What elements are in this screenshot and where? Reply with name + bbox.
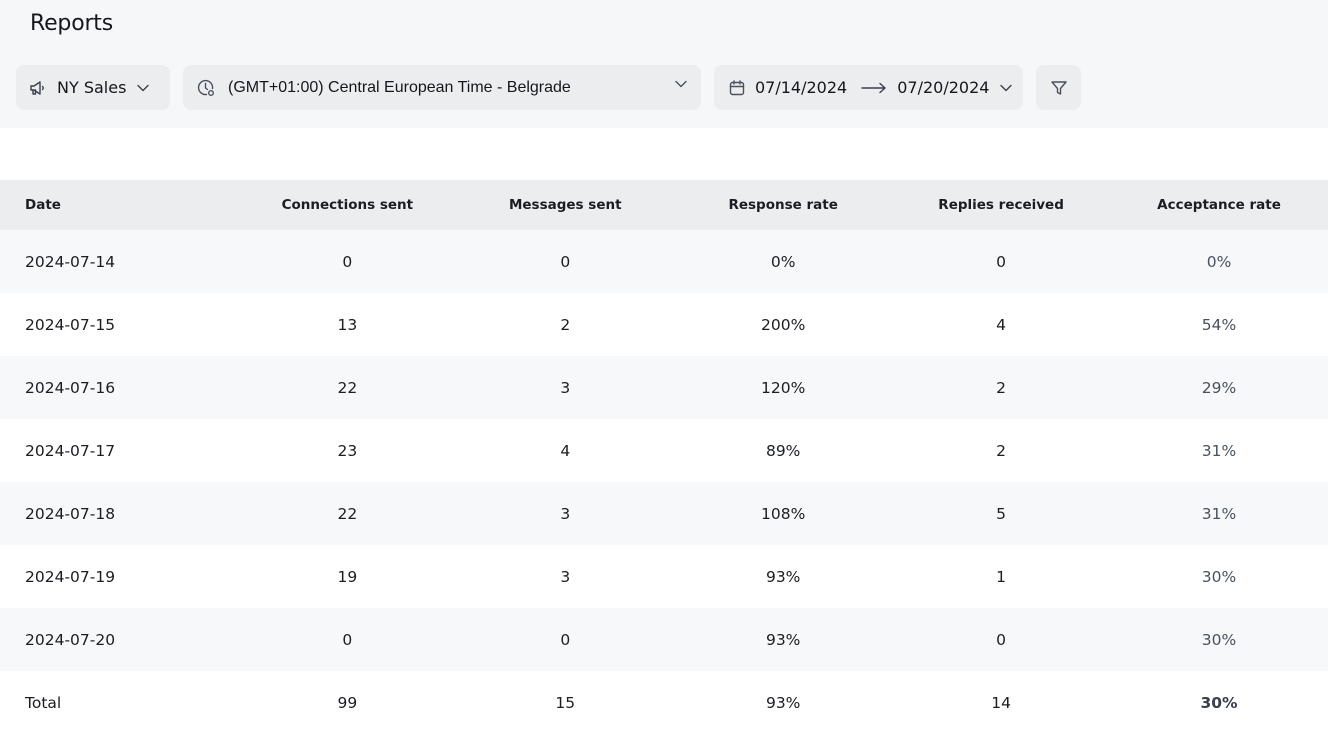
cell-acceptance-rate: 31% bbox=[1201, 441, 1237, 460]
cell-replies-received: 5 bbox=[996, 504, 1007, 523]
toolbar: Reports NY Sales (GMT+01:00) Central Eur… bbox=[0, 0, 1328, 128]
cell-date: 2024-07-18 bbox=[25, 504, 116, 523]
cell-connections-sent: 22 bbox=[337, 378, 358, 397]
column-header-messages-sent[interactable]: Messages sent bbox=[456, 197, 674, 213]
column-header-response-rate[interactable]: Response rate bbox=[674, 197, 892, 213]
cell-response-rate: 89% bbox=[765, 441, 801, 460]
cell-messages-sent: 4 bbox=[560, 441, 571, 460]
table-row: 2024-07-14 0 0 0% 0 0% bbox=[0, 230, 1328, 293]
campaign-value: NY Sales bbox=[57, 78, 127, 97]
cell-connections-sent: 0 bbox=[342, 630, 353, 649]
column-header-connections-sent[interactable]: Connections sent bbox=[238, 197, 456, 213]
cell-replies-received: 0 bbox=[996, 252, 1007, 271]
total-acceptance-rate: 30% bbox=[1200, 693, 1238, 712]
cell-date: 2024-07-20 bbox=[25, 630, 116, 649]
cell-connections-sent: 13 bbox=[337, 315, 358, 334]
chevron-down-icon bbox=[1000, 84, 1013, 92]
table-row: 2024-07-19 19 3 93% 1 30% bbox=[0, 545, 1328, 608]
cell-replies-received: 1 bbox=[996, 567, 1007, 586]
column-header-replies-received[interactable]: Replies received bbox=[892, 197, 1110, 213]
total-replies-received: 14 bbox=[991, 693, 1011, 712]
report-table: Date Connections sent Messages sent Resp… bbox=[0, 180, 1328, 734]
table-total-row: Total 99 15 93% 14 30% bbox=[0, 671, 1328, 734]
arrow-right-icon bbox=[861, 82, 887, 94]
filter-icon bbox=[1050, 79, 1068, 97]
cell-acceptance-rate: 0% bbox=[1206, 252, 1232, 271]
table-row: 2024-07-16 22 3 120% 2 29% bbox=[0, 356, 1328, 419]
cell-connections-sent: 0 bbox=[342, 252, 353, 271]
cell-messages-sent: 0 bbox=[560, 252, 571, 271]
timezone-select[interactable]: (GMT+01:00) Central European Time - Belg… bbox=[183, 65, 701, 110]
cell-acceptance-rate: 29% bbox=[1201, 378, 1237, 397]
megaphone-icon bbox=[29, 80, 47, 96]
table-row: 2024-07-15 13 2 200% 4 54% bbox=[0, 293, 1328, 356]
total-label: Total bbox=[25, 693, 62, 712]
cell-messages-sent: 3 bbox=[560, 504, 571, 523]
calendar-icon bbox=[728, 79, 746, 97]
cell-connections-sent: 19 bbox=[337, 567, 358, 586]
table-row: 2024-07-20 0 0 93% 0 30% bbox=[0, 608, 1328, 671]
cell-response-rate: 93% bbox=[765, 567, 801, 586]
column-header-date[interactable]: Date bbox=[0, 197, 238, 213]
cell-replies-received: 0 bbox=[996, 630, 1007, 649]
cell-date: 2024-07-19 bbox=[25, 567, 116, 586]
cell-response-rate: 93% bbox=[765, 630, 801, 649]
cell-date: 2024-07-16 bbox=[25, 378, 116, 397]
chevron-down-icon bbox=[675, 80, 687, 88]
cell-response-rate: 0% bbox=[770, 252, 796, 271]
cell-acceptance-rate: 30% bbox=[1201, 630, 1237, 649]
timezone-value: (GMT+01:00) Central European Time - Belg… bbox=[228, 78, 571, 96]
cell-acceptance-rate: 54% bbox=[1201, 315, 1237, 334]
cell-messages-sent: 3 bbox=[560, 567, 571, 586]
clock-icon bbox=[196, 78, 216, 98]
cell-replies-received: 4 bbox=[996, 315, 1007, 334]
cell-date: 2024-07-15 bbox=[25, 315, 116, 334]
filter-button[interactable] bbox=[1036, 65, 1081, 110]
cell-acceptance-rate: 31% bbox=[1201, 504, 1237, 523]
cell-replies-received: 2 bbox=[996, 378, 1007, 397]
cell-messages-sent: 2 bbox=[560, 315, 571, 334]
campaign-select[interactable]: NY Sales bbox=[16, 65, 170, 110]
column-header-acceptance-rate[interactable]: Acceptance rate bbox=[1110, 197, 1328, 213]
table-row: 2024-07-17 23 4 89% 2 31% bbox=[0, 419, 1328, 482]
cell-connections-sent: 23 bbox=[337, 441, 358, 460]
table-row: 2024-07-18 22 3 108% 5 31% bbox=[0, 482, 1328, 545]
date-end: 07/20/2024 bbox=[897, 78, 990, 97]
table-body: 2024-07-14 0 0 0% 0 0% 2024-07-15 13 2 200% 4 54% 20… bbox=[0, 230, 1328, 671]
cell-date: 2024-07-17 bbox=[25, 441, 116, 460]
page-title: Reports bbox=[30, 11, 113, 36]
cell-acceptance-rate: 30% bbox=[1201, 567, 1237, 586]
cell-connections-sent: 22 bbox=[337, 504, 358, 523]
cell-messages-sent: 3 bbox=[560, 378, 571, 397]
date-start: 07/14/2024 bbox=[755, 78, 848, 97]
cell-response-rate: 200% bbox=[761, 315, 806, 334]
chevron-down-icon bbox=[137, 84, 150, 92]
date-range-picker[interactable]: 07/14/2024 07/20/2024 bbox=[714, 65, 1023, 110]
total-response-rate: 93% bbox=[765, 693, 801, 712]
cell-messages-sent: 0 bbox=[560, 630, 571, 649]
total-messages-sent: 15 bbox=[555, 693, 576, 712]
cell-response-rate: 108% bbox=[761, 504, 806, 523]
table-header: Date Connections sent Messages sent Resp… bbox=[0, 180, 1328, 230]
cell-response-rate: 120% bbox=[761, 378, 806, 397]
cell-replies-received: 2 bbox=[996, 441, 1007, 460]
cell-date: 2024-07-14 bbox=[25, 252, 116, 271]
total-connections-sent: 99 bbox=[337, 693, 358, 712]
